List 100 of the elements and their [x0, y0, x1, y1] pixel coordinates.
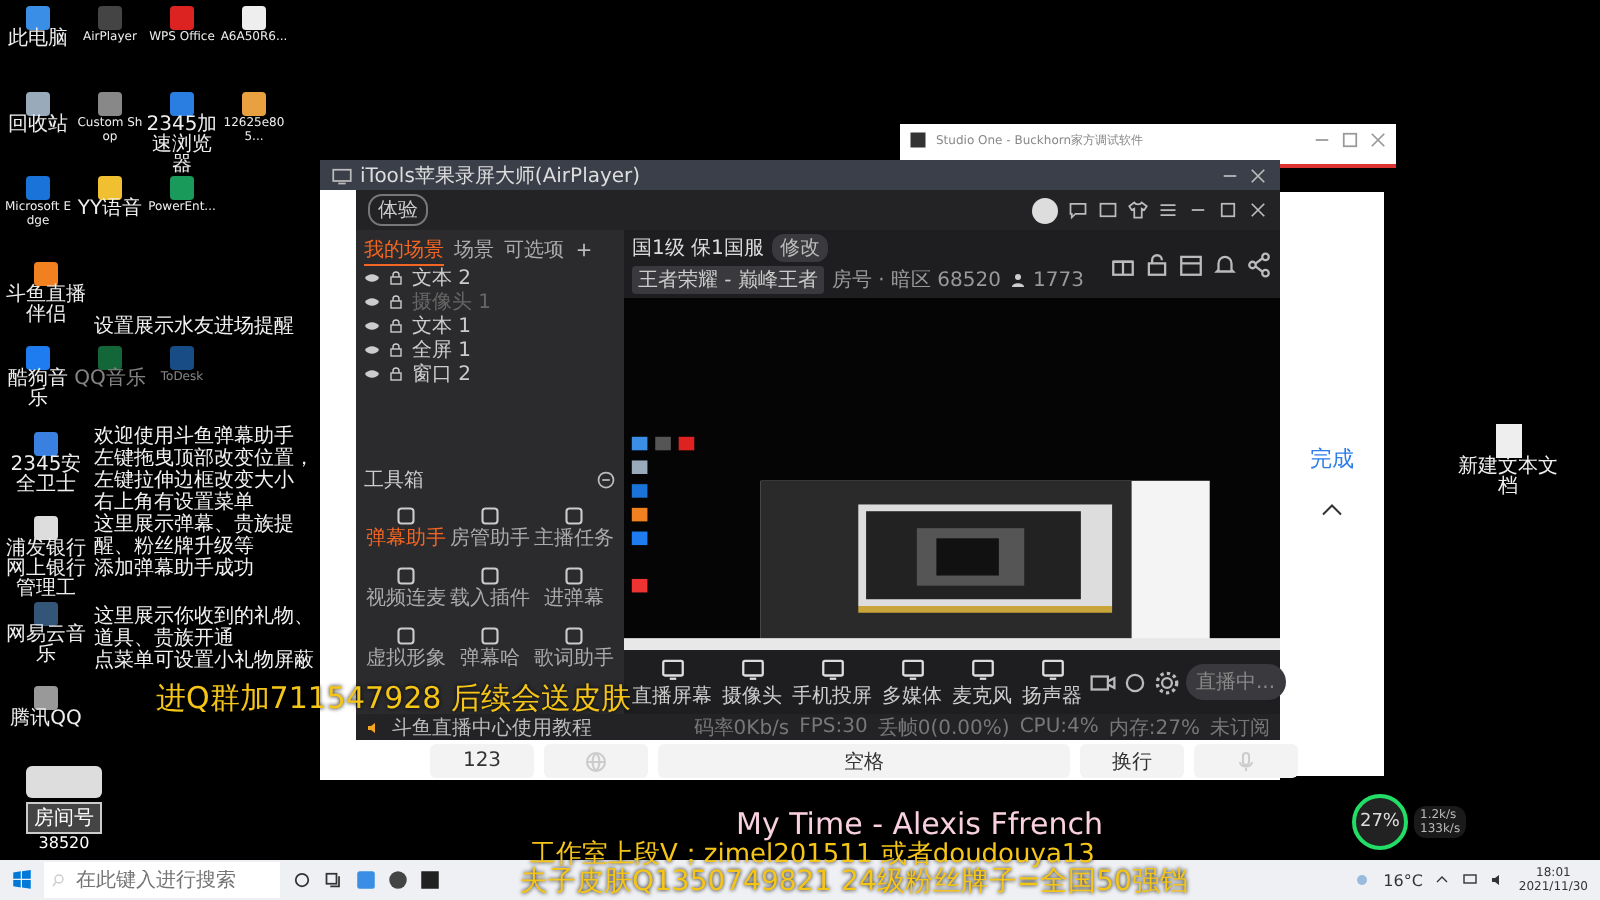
- icon-label: 网易云音乐: [4, 625, 88, 665]
- toolbar-button[interactable]: 扬声器: [1020, 655, 1084, 709]
- source-item[interactable]: 文本 2: [364, 266, 616, 290]
- viewer-count: 1773: [1033, 269, 1084, 291]
- search-field[interactable]: 在此键入进行搜索: [44, 862, 280, 898]
- status-stat: CPU:4%: [1019, 716, 1099, 738]
- desktop-icon[interactable]: 浦发银行网上银行管理工: [2, 516, 90, 600]
- app-icon: [26, 91, 50, 115]
- overlay-note: 设置展示水友进场提醒: [94, 316, 296, 338]
- toolbar-button[interactable]: 手机投屏: [790, 655, 874, 709]
- tool-button[interactable]: 进弹幕: [532, 564, 616, 610]
- category-button[interactable]: 王者荣耀 - 巅峰王者: [632, 266, 824, 294]
- screen-icon: [332, 165, 352, 185]
- source-item[interactable]: 窗口 2: [364, 362, 616, 386]
- room-number: 38520: [38, 834, 90, 852]
- tool-button[interactable]: 虚拟形象: [364, 624, 448, 670]
- app-icon: [98, 6, 122, 30]
- globe-icon: [584, 749, 608, 773]
- tool-button[interactable]: 房管助手: [448, 504, 532, 550]
- icon-label: YY语音: [77, 200, 143, 220]
- lock-icon: [388, 294, 404, 310]
- source-item[interactable]: 文本 1: [364, 314, 616, 338]
- tool-icon: [819, 655, 845, 681]
- tool-button[interactable]: 弹幕哈: [448, 624, 532, 670]
- lock-icon: [388, 366, 404, 382]
- file-icon: [1495, 424, 1521, 458]
- app-icon: [170, 91, 194, 115]
- key-button[interactable]: 换行: [1080, 744, 1184, 778]
- room-title: 国1级 保1国服: [632, 236, 764, 262]
- status-stat: FPS:30: [799, 716, 868, 738]
- desktop-icon[interactable]: QQ音乐: [74, 346, 146, 390]
- desktop-icon[interactable]: 网易云音乐: [2, 601, 90, 665]
- desktop-icon[interactable]: 2345加速浏览器: [146, 91, 218, 175]
- overlay-note: 这里展示弹幕、贵族提醒、粉丝牌升级等: [94, 514, 296, 558]
- app-icon: [26, 176, 50, 200]
- usage-percent: 27%: [1352, 794, 1408, 850]
- tool-icon: [562, 564, 586, 588]
- icon-label: 新建文本文档: [1456, 458, 1560, 498]
- icon-label: 2345加速浏览器: [146, 115, 218, 175]
- scene-tab[interactable]: 我的场景: [364, 235, 444, 265]
- desktop-icon[interactable]: 酷狗音乐: [2, 346, 74, 410]
- source-label: 摄像头 1: [412, 289, 492, 315]
- toolbar-button[interactable]: 摄像头: [720, 655, 784, 709]
- desktop-icon[interactable]: 腾讯QQ: [2, 686, 90, 730]
- overlay-note: 添加弹幕助手成功: [94, 558, 256, 580]
- app-icon: [34, 686, 58, 710]
- overlay-note: 右上角有设置菜单: [94, 492, 254, 514]
- desktop-icon[interactable]: 2345安全卫士: [2, 431, 90, 495]
- app-icon: [170, 176, 194, 200]
- app-icon: [34, 516, 58, 540]
- desktop-icon[interactable]: 新建文本文档: [1456, 424, 1560, 498]
- key-button[interactable]: 123: [430, 744, 534, 778]
- desktop-icon[interactable]: YY语音: [74, 176, 146, 220]
- badge: 体验: [368, 194, 428, 226]
- toolbar-button[interactable]: 麦克风: [950, 655, 1014, 709]
- overlay-caption: 夫子皮肤Q1350749821 24级粉丝牌子=全国50强铛: [520, 866, 1188, 900]
- source-label: 窗口 2: [412, 361, 472, 388]
- toolbar-button[interactable]: 多媒体: [880, 655, 944, 709]
- plus-icon: [574, 240, 594, 260]
- app-icon: [98, 91, 122, 115]
- tool-button[interactable]: 视频连麦: [364, 564, 448, 610]
- key-button[interactable]: 空格: [658, 744, 1070, 778]
- tool-button[interactable]: 主播任务: [532, 504, 616, 550]
- desktop-icon[interactable]: 此电脑: [2, 6, 74, 50]
- app-icon: [170, 6, 194, 30]
- tool-button[interactable]: 载入插件: [448, 564, 532, 610]
- room-info: 房号 · 暗区 68520: [831, 267, 1001, 294]
- microphone-icon: [1234, 749, 1258, 773]
- circle-icon: [1122, 669, 1148, 695]
- maximize-icon: [1218, 200, 1238, 220]
- tool-button[interactable]: 歌词助手: [532, 624, 616, 670]
- app-icon: [34, 261, 58, 285]
- box-icon: [1178, 251, 1204, 277]
- lock-icon: [388, 270, 404, 286]
- lock-icon: [388, 342, 404, 358]
- desktop-icon[interactable]: 回收站: [2, 91, 74, 135]
- scene-tab[interactable]: 场景: [454, 236, 494, 264]
- scene-tab[interactable]: 可选项: [504, 236, 564, 264]
- app-icon: [34, 601, 58, 625]
- desktop-icon[interactable]: 斗鱼直播伴侣: [2, 261, 90, 325]
- overlay-note: 欢迎使用斗鱼弹幕助手: [94, 426, 296, 448]
- key-button[interactable]: [1194, 744, 1298, 778]
- key-button[interactable]: [544, 744, 648, 778]
- app-icon: [26, 346, 50, 370]
- edit-button[interactable]: 修改: [771, 234, 828, 262]
- source-label: 文本 2: [412, 265, 472, 291]
- source-item[interactable]: 全屏 1: [364, 338, 616, 362]
- app-icon: [98, 176, 122, 200]
- tool-icon: [659, 655, 685, 681]
- done-button[interactable]: 完成: [1310, 444, 1354, 474]
- overlay-note: 左键拖曳顶部改变位置，左键拉伸边框改变大小: [94, 448, 316, 492]
- icon-label: 此电脑: [8, 30, 68, 50]
- task-view-icon: [324, 870, 344, 890]
- tool-button[interactable]: 弹幕助手: [364, 504, 448, 550]
- lock-icon: [1144, 251, 1170, 277]
- app-icon: [98, 346, 122, 370]
- app-icon: [34, 431, 58, 455]
- toolbar-button[interactable]: 直播屏幕: [630, 655, 714, 709]
- tutorial-link[interactable]: 斗鱼直播中心使用教程: [392, 713, 592, 741]
- weather-icon: [1351, 870, 1372, 890]
